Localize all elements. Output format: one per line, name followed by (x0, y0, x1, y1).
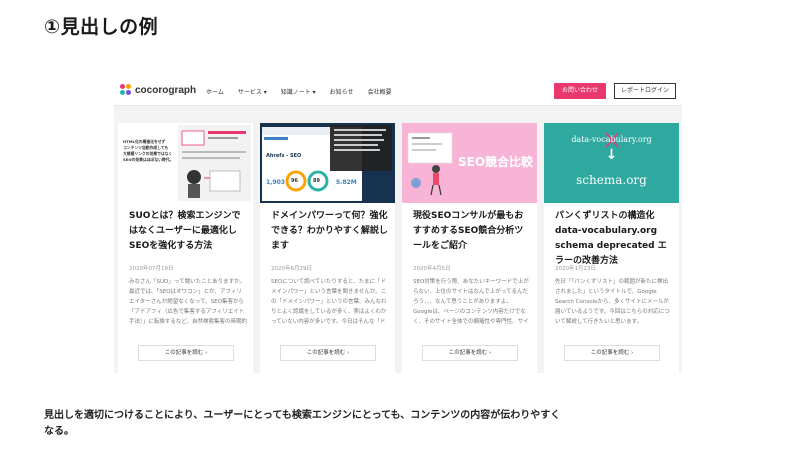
article-title[interactable]: 現役SEOコンサルが最もおすすめするSEO競合分析ツールをご紹介 (413, 209, 531, 254)
article-card[interactable]: HTML化の構造化をせず コンテンツ自動作成しても 大規模リンクの効果ではなく … (118, 123, 253, 373)
logo-text: cocorograph (135, 84, 197, 96)
article-excerpt: 先日「「パンくずリスト」の範囲が新たに検出されました」というタイトルで、Goog… (555, 279, 670, 325)
nav-item-home[interactable]: ホーム (206, 87, 224, 96)
slide-caption: 見出しを適切につけることにより、ユーザーにとっても検索エンジンにとっても、コンテ… (44, 410, 561, 437)
thumbnail-new-text: schema.org (576, 173, 647, 187)
nav-item-news[interactable]: お知らせ (330, 87, 354, 96)
thumbnail-line: SEOの効果はほぼない時代。 (123, 157, 174, 162)
thumbnail-metric: 1,903 (266, 179, 285, 186)
thumbnail-illustration (118, 123, 253, 203)
article-date: 2020年6月29日 (271, 266, 312, 272)
thumbnail-illustration (260, 123, 395, 203)
arrow-down-icon: ↓ (605, 147, 618, 163)
article-title[interactable]: SUOとは？検索エンジンではなくユーザーに最適化しSEOを強化する方法 (129, 209, 247, 254)
thumbnail-heading: Ahrefs - SEO (266, 153, 302, 159)
article-thumbnail[interactable]: SEO競合比較 (402, 123, 537, 203)
article-excerpt: みなさん「SUO」って聞いたことありますか。最近では、「SEOはオワコン」とか、… (129, 279, 247, 325)
read-more-button[interactable]: この記事を読む › (564, 345, 660, 361)
website-screenshot: cocorograph ホーム サービス ▾ 知識ノート ▾ お知らせ 会社概要… (114, 76, 682, 373)
thumbnail-deprecated-text: data-vocabulary.org (571, 135, 652, 144)
thumbnail-score: 89 (313, 178, 320, 184)
article-card[interactable]: SEO競合比較 現役SEOコンサルが最もおすすめするSEO競合分析ツールをご紹介… (402, 123, 537, 373)
inquiry-button[interactable]: お問い合わせ (554, 83, 606, 99)
site-header: cocorograph ホーム サービス ▾ 知識ノート ▾ お知らせ 会社概要… (114, 76, 682, 106)
nav-item-services[interactable]: サービス ▾ (238, 87, 267, 96)
article-card[interactable]: Ahrefs - SEO 1,903 96 89 5.82M ドメインパワーって… (260, 123, 395, 373)
article-title[interactable]: ドメインパワーって何？強化できる？わかりやすく解説します (271, 209, 389, 254)
article-date: 2020年4月5日 (413, 266, 451, 272)
slide-title: ①見出しの例 (44, 16, 159, 38)
report-login-button[interactable]: レポートログイン (614, 83, 676, 99)
article-date: 2020年1月23日 (555, 266, 596, 272)
article-thumbnail[interactable]: data-vocabulary.org ↓ schema.org (544, 123, 679, 203)
article-date: 2020年07月19日 (129, 266, 174, 272)
nav-item-company[interactable]: 会社概要 (368, 87, 392, 96)
read-more-button[interactable]: この記事を読む › (138, 345, 234, 361)
article-title[interactable]: パンくずリストの構造化data-vocabulary.org schema de… (555, 209, 673, 269)
site-logo[interactable]: cocorograph (120, 84, 196, 96)
thumbnail-metric: 5.82M (336, 179, 357, 186)
article-excerpt: SEOについて調べていたりすると、たまに「ドメインパワー」という言葉を聞きません… (271, 279, 387, 325)
logo-icon (120, 84, 132, 96)
thumbnail-heading: SEO競合比較 (458, 155, 534, 169)
article-card[interactable]: data-vocabulary.org ↓ schema.org パンくずリスト… (544, 123, 679, 373)
article-thumbnail[interactable]: HTML化の構造化をせず コンテンツ自動作成しても 大規模リンクの効果ではなく … (118, 123, 253, 203)
thumbnail-score: 96 (291, 178, 298, 184)
read-more-button[interactable]: この記事を読む › (280, 345, 376, 361)
article-thumbnail[interactable]: Ahrefs - SEO 1,903 96 89 5.82M (260, 123, 395, 203)
article-excerpt: SEO対策を行う際、あなたいキーワードで上がらない、上位のサイトはなんで上がって… (413, 279, 529, 325)
main-nav: ホーム サービス ▾ 知識ノート ▾ お知らせ 会社概要 (206, 87, 406, 96)
nav-item-knowledge[interactable]: 知識ノート ▾ (281, 87, 316, 96)
read-more-button[interactable]: この記事を読む › (422, 345, 518, 361)
